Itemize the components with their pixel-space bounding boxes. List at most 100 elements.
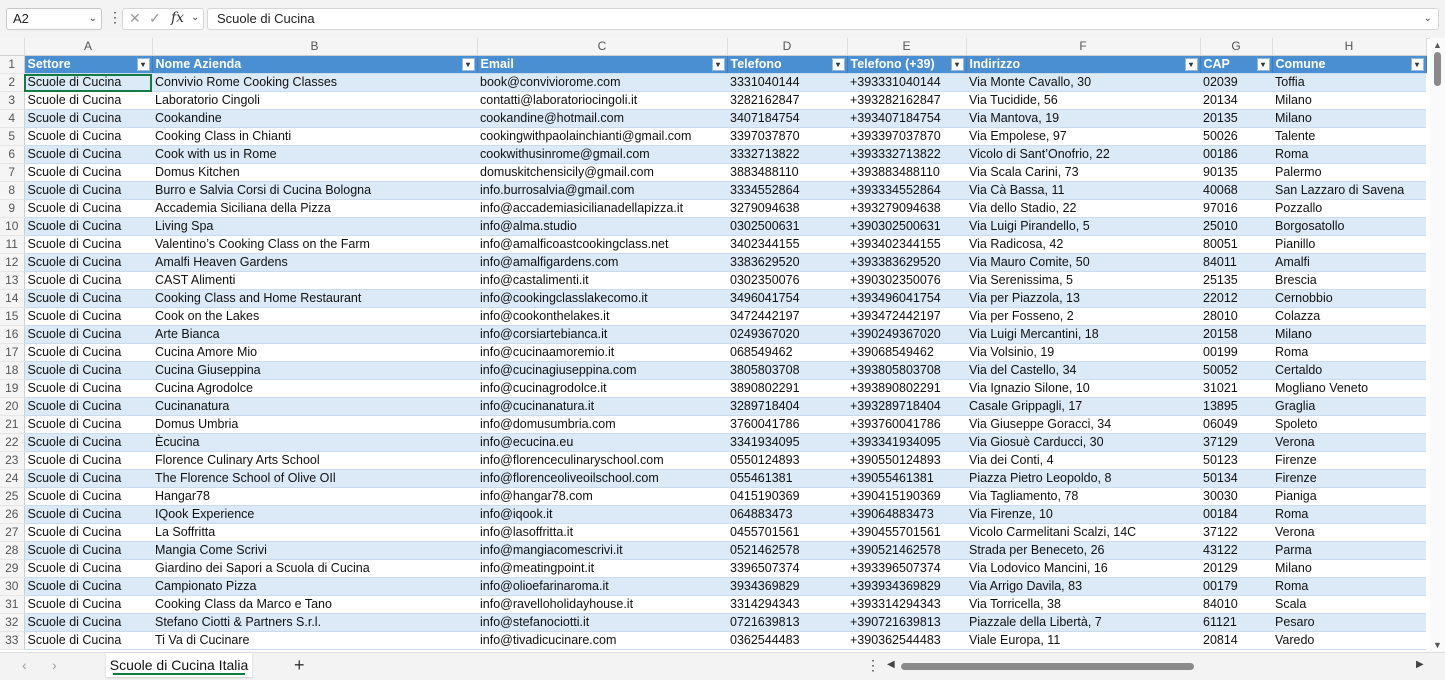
cell[interactable]: Scuole di Cucina xyxy=(24,487,152,506)
cell[interactable]: Verona xyxy=(1272,433,1426,452)
cell[interactable]: +39068549462 xyxy=(847,343,966,362)
cell[interactable]: 50134 xyxy=(1200,469,1272,488)
row-number[interactable]: 31 xyxy=(0,595,25,614)
cell[interactable]: 20158 xyxy=(1200,325,1272,344)
cell[interactable]: info@ecucina.eu xyxy=(477,433,727,452)
cell[interactable]: Piazza Pietro Leopoldo, 8 xyxy=(966,469,1200,488)
cell[interactable]: info@accademiasicilianadellapizza.it xyxy=(477,199,727,218)
cell[interactable]: info@castalimenti.it xyxy=(477,271,727,290)
cell[interactable]: Via per Piazzola, 13 xyxy=(966,289,1200,308)
cell[interactable]: 00179 xyxy=(1200,577,1272,596)
cell[interactable]: Milano xyxy=(1272,559,1426,578)
row-number[interactable]: 21 xyxy=(0,415,25,434)
cell[interactable]: Scuole di Cucina xyxy=(24,343,152,362)
cell[interactable]: Scuole di Cucina xyxy=(24,91,152,110)
cell[interactable]: Milano xyxy=(1272,91,1426,110)
cell[interactable]: Via Mantova, 19 xyxy=(966,109,1200,128)
cell[interactable]: 00186 xyxy=(1200,145,1272,164)
cell[interactable]: Scuole di Cucina xyxy=(24,595,152,614)
cell[interactable]: info@alma.studio xyxy=(477,217,727,236)
column-title[interactable]: Comune ▾ xyxy=(1272,55,1427,74)
cell[interactable]: +393341934095 xyxy=(847,433,966,452)
cell[interactable]: Hangar78 xyxy=(152,487,477,506)
scroll-left-icon[interactable]: ◀ xyxy=(887,659,895,670)
cell[interactable]: 0249367020 xyxy=(727,325,847,344)
cell[interactable]: Scuole di Cucina xyxy=(24,289,152,308)
vertical-scroll-thumb[interactable] xyxy=(1434,52,1441,86)
cell[interactable]: 0521462578 xyxy=(727,541,847,560)
cell[interactable]: 13895 xyxy=(1200,397,1272,416)
cell[interactable]: Accademia Siciliana della Pizza xyxy=(152,199,477,218)
cell[interactable]: +393934369829 xyxy=(847,577,966,596)
cell[interactable]: 00184 xyxy=(1200,505,1272,524)
cell[interactable]: Via Giosuè Carducci, 30 xyxy=(966,433,1200,452)
cell[interactable]: Scuole di Cucina xyxy=(24,73,152,92)
more-options-icon[interactable]: ⋮ xyxy=(108,9,122,26)
formula-input[interactable]: Scuole di Cucina ⌄ xyxy=(207,8,1439,30)
cell[interactable]: +393279094638 xyxy=(847,199,966,218)
column-title[interactable]: Nome Azienda ▾ xyxy=(152,55,478,74)
cell[interactable]: 3402344155 xyxy=(727,235,847,254)
cell[interactable]: 0415190369 xyxy=(727,487,847,506)
cell[interactable]: 3883488110 xyxy=(727,163,847,182)
cell[interactable]: contatti@laboratoriocingoli.it xyxy=(477,91,727,110)
column-header-a[interactable]: A xyxy=(24,38,153,56)
cell[interactable]: Cooking Class in Chianti xyxy=(152,127,477,146)
cell[interactable]: Cucina Amore Mio xyxy=(152,343,477,362)
cell[interactable]: 3334552864 xyxy=(727,181,847,200)
cell[interactable]: Domus Umbria xyxy=(152,415,477,434)
cell[interactable]: +390302350076 xyxy=(847,271,966,290)
cell[interactable]: Via Volsinio, 19 xyxy=(966,343,1200,362)
fx-icon[interactable]: fx xyxy=(171,10,184,26)
cell[interactable]: Cook on the Lakes xyxy=(152,307,477,326)
row-number[interactable]: 10 xyxy=(0,217,25,236)
cell[interactable]: 3279094638 xyxy=(727,199,847,218)
cell[interactable]: Scuole di Cucina xyxy=(24,235,152,254)
filter-dropdown-icon[interactable]: ▾ xyxy=(1184,58,1198,71)
column-title[interactable]: Telefono ▾ xyxy=(727,55,848,74)
scroll-up-icon[interactable]: ▲ xyxy=(1433,40,1442,50)
cell[interactable]: +393472442197 xyxy=(847,307,966,326)
cell[interactable]: 0302350076 xyxy=(727,271,847,290)
cell[interactable]: Burro e Salvia Corsi di Cucina Bologna xyxy=(152,181,477,200)
column-header-f[interactable]: F xyxy=(966,38,1201,56)
cell[interactable]: info@cucinaamoremio.it xyxy=(477,343,727,362)
cell[interactable]: 37129 xyxy=(1200,433,1272,452)
cell[interactable]: +390455701561 xyxy=(847,523,966,542)
cell[interactable]: Scuole di Cucina xyxy=(24,631,152,650)
cell[interactable]: Convivio Rome Cooking Classes xyxy=(152,73,477,92)
cell[interactable]: Via Monte Cavallo, 30 xyxy=(966,73,1200,92)
cell[interactable]: +390249367020 xyxy=(847,325,966,344)
cell[interactable]: Via Ignazio Silone, 10 xyxy=(966,379,1200,398)
expand-formula-icon[interactable]: ⌄ xyxy=(1424,9,1432,29)
row-number[interactable]: 23 xyxy=(0,451,25,470)
chevron-right-icon[interactable]: › xyxy=(52,657,57,673)
row-number[interactable]: 1 xyxy=(0,55,25,74)
more-options-icon[interactable]: ⋮ xyxy=(866,657,880,674)
row-number[interactable]: 14 xyxy=(0,289,25,308)
row-number[interactable]: 16 xyxy=(0,325,25,344)
filter-dropdown-icon[interactable]: ▾ xyxy=(1256,58,1270,71)
column-header-h[interactable]: H xyxy=(1272,38,1427,56)
cell[interactable]: San Lazzaro di Savena xyxy=(1272,181,1426,200)
cell[interactable]: Mogliano Veneto xyxy=(1272,379,1426,398)
cell[interactable]: 02039 xyxy=(1200,73,1272,92)
cell[interactable]: 055461381 xyxy=(727,469,847,488)
cell[interactable]: Parma xyxy=(1272,541,1426,560)
cell[interactable]: +393289718404 xyxy=(847,397,966,416)
cell[interactable]: 31021 xyxy=(1200,379,1272,398)
cell[interactable]: Scuole di Cucina xyxy=(24,469,152,488)
cell[interactable]: Scuole di Cucina xyxy=(24,253,152,272)
cell[interactable]: 43122 xyxy=(1200,541,1272,560)
cell[interactable]: Piazzale della Libertà, 7 xyxy=(966,613,1200,632)
cell[interactable]: Scuole di Cucina xyxy=(24,109,152,128)
cell[interactable]: Cucinanatura xyxy=(152,397,477,416)
cell[interactable]: Cernobbio xyxy=(1272,289,1426,308)
cell[interactable]: cookingwithpaolainchianti@gmail.com xyxy=(477,127,727,146)
cell[interactable]: Scuole di Cucina xyxy=(24,577,152,596)
cell[interactable]: Strada per Beneceto, 26 xyxy=(966,541,1200,560)
cell[interactable]: cookandine@hotmail.com xyxy=(477,109,727,128)
cell[interactable]: Borgosatollo xyxy=(1272,217,1426,236)
column-header-e[interactable]: E xyxy=(847,38,967,56)
cell[interactable]: +393496041754 xyxy=(847,289,966,308)
